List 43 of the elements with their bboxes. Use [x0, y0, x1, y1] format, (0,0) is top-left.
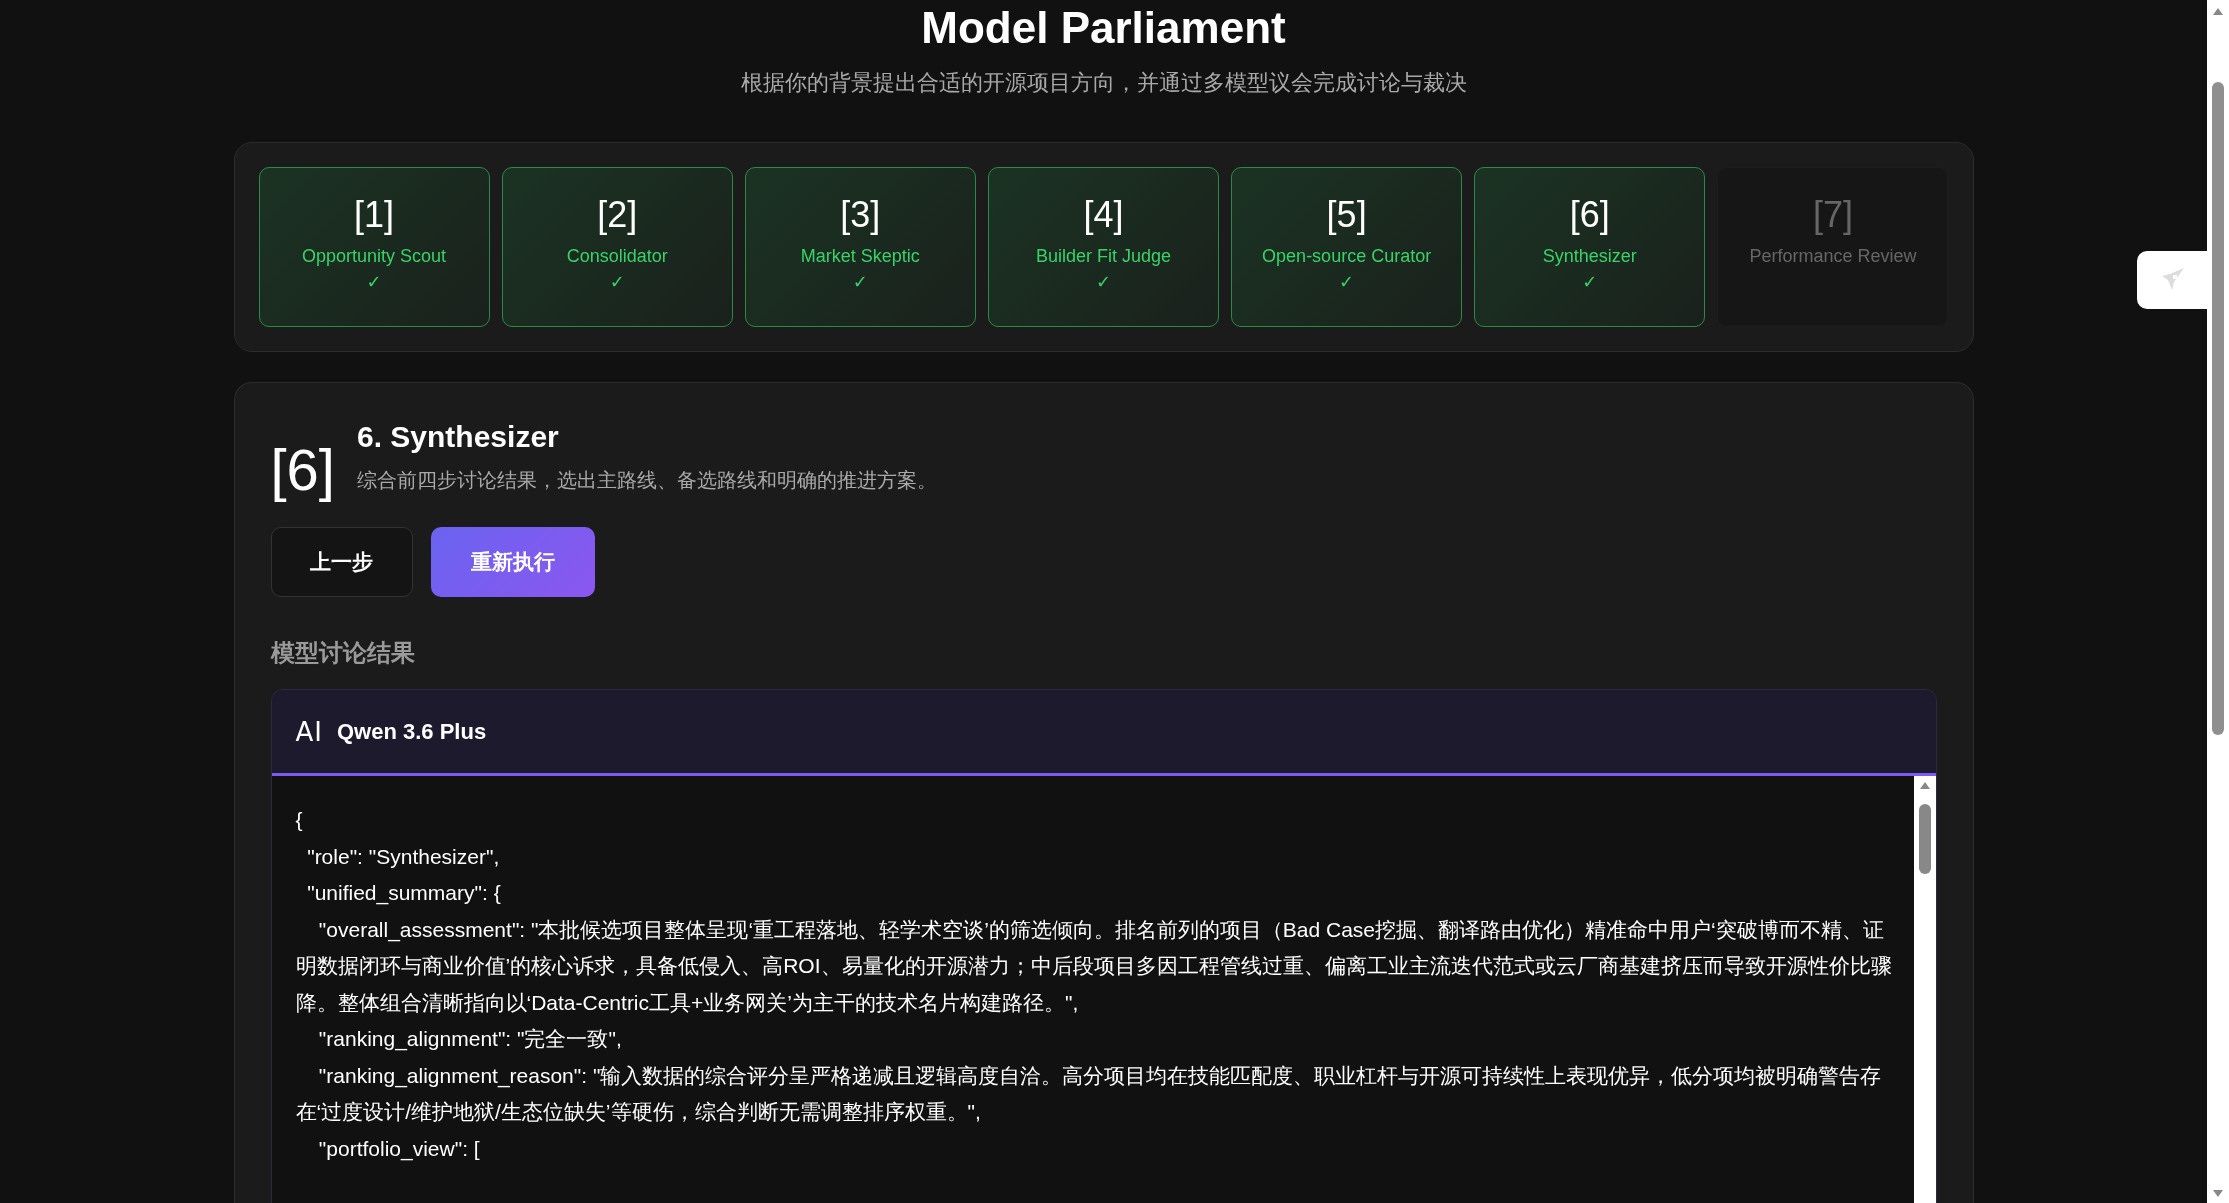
step-card[interactable]: [1] Opportunity Scout ✓	[258, 167, 490, 327]
step-number: [7]	[1812, 194, 1853, 236]
step-name: Consolidator	[566, 246, 668, 267]
step-number: [6]	[270, 436, 335, 504]
step-name: Synthesizer	[1542, 246, 1637, 267]
check-icon: ✓	[366, 271, 382, 293]
step-card[interactable]: [3] Market Skeptic ✓	[744, 167, 976, 327]
check-icon: ✓	[609, 271, 625, 293]
step-name: Market Skeptic	[800, 246, 920, 267]
code-line: {	[295, 807, 304, 833]
step-card[interactable]: [5] Open-source Curator ✓	[1231, 167, 1463, 327]
step-card[interactable]: [2] Consolidator ✓	[501, 167, 733, 327]
model-name: Qwen 3.6 Plus	[336, 718, 487, 745]
section-title: 模型讨论结果	[270, 638, 416, 668]
step-number: [2]	[597, 194, 638, 236]
step-number: [1]	[354, 194, 395, 236]
step-number: [3]	[840, 194, 881, 236]
previous-button[interactable]: 上一步	[270, 527, 413, 597]
step-number: [5]	[1326, 194, 1367, 236]
ai-icon: AI	[295, 716, 323, 747]
step-name: Builder Fit Judge	[1035, 246, 1172, 267]
code-line: "ranking_alignment": "完全一致",	[317, 1026, 623, 1053]
step-name: Opportunity Scout	[302, 246, 447, 267]
page-subtitle: 根据你的背景提出合适的开源项目方向，并通过多模型议会完成讨论与裁决	[740, 69, 1467, 97]
code-line: "role": "Synthesizer",	[306, 843, 501, 870]
step-title: 6. Synthesizer	[357, 419, 560, 455]
check-icon: ✓	[1339, 271, 1355, 293]
step-name: Performance Review	[1749, 246, 1917, 267]
rerun-button[interactable]: 重新执行	[430, 527, 595, 597]
step-card[interactable]: [6] Synthesizer ✓	[1474, 167, 1706, 327]
step-number: [4]	[1083, 194, 1124, 236]
check-icon: ✓	[1582, 271, 1598, 293]
page-title: Model Parliament	[921, 2, 1286, 54]
check-icon: ✓	[1095, 271, 1112, 293]
code-line: "portfolio_view": [	[317, 1135, 481, 1163]
step-number: [6]	[1569, 194, 1610, 236]
code-line: "ranking_alignment_reason": "输入数据的综合评分呈严格递减且逻辑高度自洽。高分项目均在技能匹配度、职业杠杆与开源可持续性上表现优异，低分项均被明确警告存在‘过度设计/维护地狱/生态位缺失’等硬伤，综合判断无需调整排序权重。",	[295, 1062, 1883, 1125]
code-line: "unified_summary": {	[306, 880, 502, 907]
step-name: Open-source Curator	[1262, 246, 1432, 267]
check-icon: ✓	[852, 271, 868, 293]
step-description: 综合前四步讨论结果，选出主路线、备选路线和明确的推进方案。	[357, 468, 937, 493]
code-line: "overall_assessment": "本批候选项目整体呈现‘重工程落地、轻学术空谈’的筛选倾向。排名前列的项目（Bad Case挖掘、翻译路由优化）精准命中用户‘突破博而不精、证明数据闭环与商业价值’的核心诉求，具备低侵入、高ROI、易量化的开源潜力；中后段项目多因工程管线过重、偏离工业主流迭代范式或云厂商基建挤压而导致开源性价比骤降。整体组合清晰指向以‘Data-Centric工具+业务网关’为主干的技术名片构建路径。",	[295, 916, 1892, 1016]
step-card[interactable]: [4] Builder Fit Judge ✓	[987, 167, 1220, 327]
